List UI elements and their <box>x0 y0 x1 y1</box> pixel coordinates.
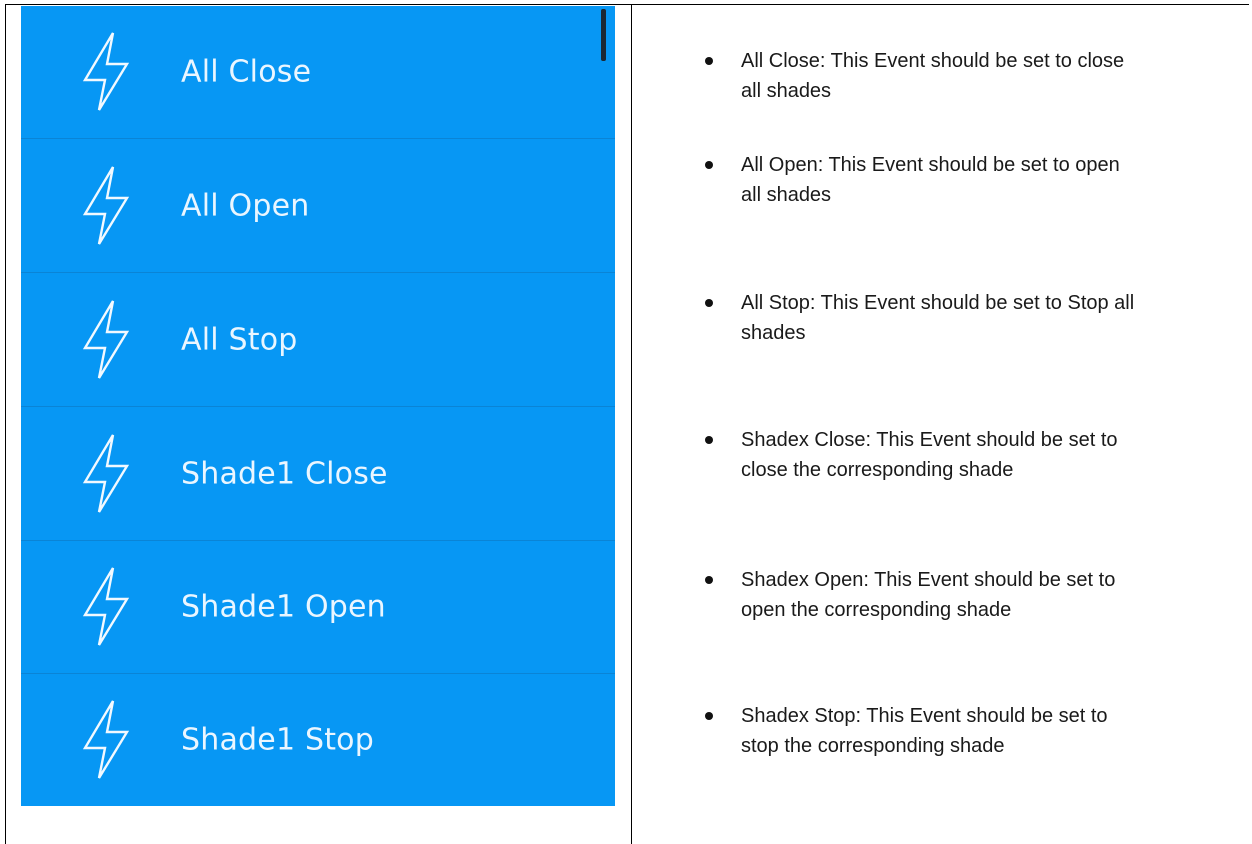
description-all-stop: All Stop: This Event should be set to St… <box>741 288 1241 348</box>
description-line: close the corresponding shade <box>741 459 1014 481</box>
description-line: stop the corresponding shade <box>741 735 1005 757</box>
description-line: Shadex Stop: This Event should be set to <box>741 705 1108 727</box>
description-line: all shades <box>741 80 832 102</box>
description-line: open the corresponding shade <box>741 599 1012 621</box>
description-line: All Open: This Event should be set to op… <box>741 154 1120 176</box>
bullet-icon <box>705 57 713 65</box>
description-line: all shades <box>741 184 832 206</box>
description-shadex-close: Shadex Close: This Event should be set t… <box>741 425 1241 485</box>
description-all-close: All Close: This Event should be set to c… <box>741 46 1241 106</box>
bullet-icon <box>705 436 713 444</box>
bullet-icon <box>705 299 713 307</box>
description-all-open: All Open: This Event should be set to op… <box>741 150 1241 210</box>
description-line: All Close: This Event should be set to c… <box>741 50 1125 72</box>
bullet-icon <box>705 576 713 584</box>
description-line: Shadex Open: This Event should be set to <box>741 569 1116 591</box>
description-shadex-stop: Shadex Stop: This Event should be set to… <box>741 701 1241 761</box>
description-list: All Close: This Event should be set to c… <box>0 0 1252 833</box>
description-shadex-open: Shadex Open: This Event should be set to… <box>741 565 1241 625</box>
description-line: All Stop: This Event should be set to St… <box>741 292 1135 314</box>
bullet-icon <box>705 161 713 169</box>
description-line: Shadex Close: This Event should be set t… <box>741 429 1118 451</box>
description-line: shades <box>741 322 806 344</box>
bullet-icon <box>705 712 713 720</box>
